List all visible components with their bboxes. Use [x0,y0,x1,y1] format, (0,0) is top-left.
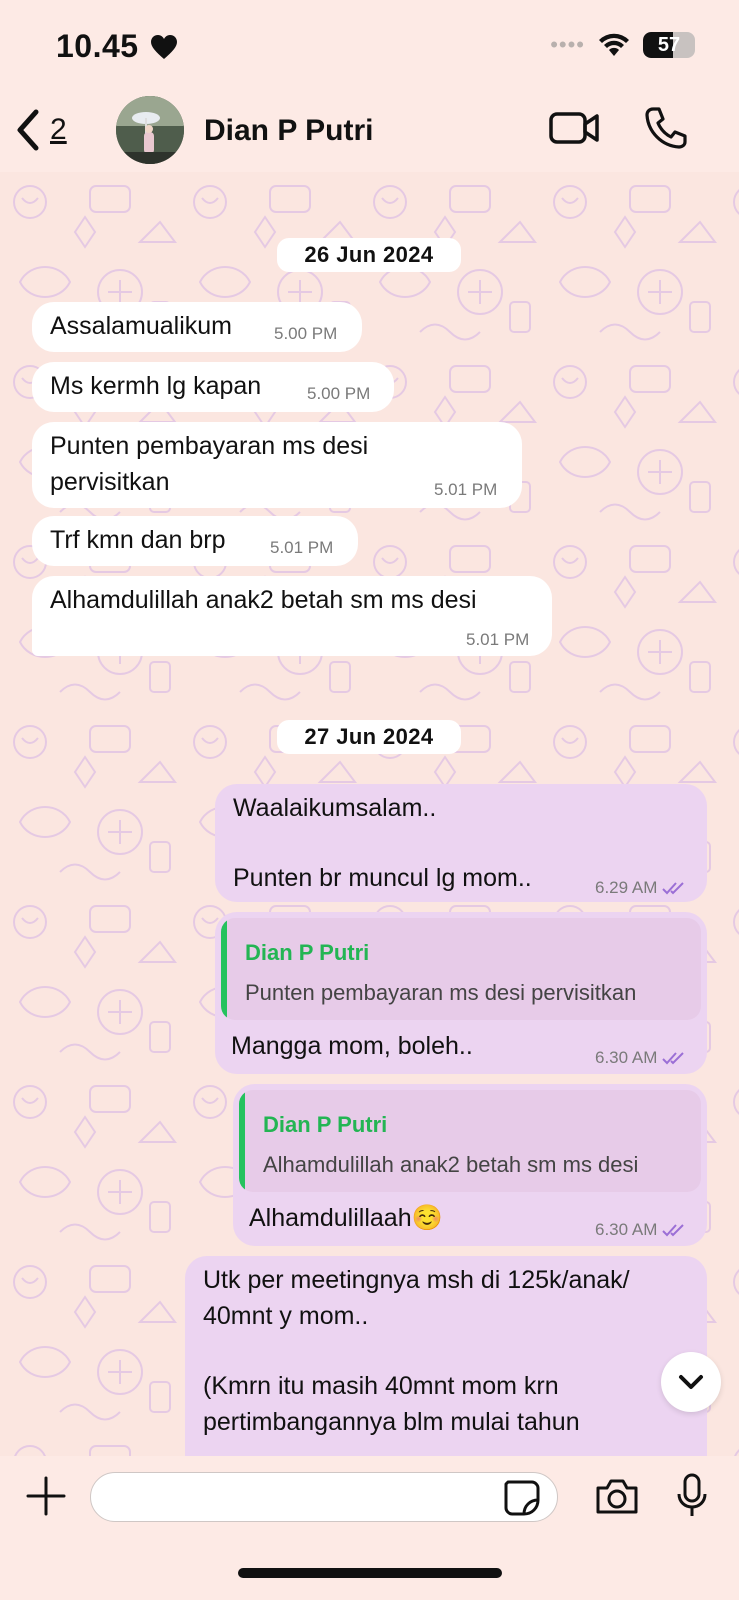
message-text-line: 40mnt y mom.. [203,1302,369,1330]
microphone-button[interactable] [674,1472,710,1525]
chat-header: 2 Dian P Putri [0,96,739,173]
read-receipt-icon [662,882,684,895]
heart-icon [150,35,177,59]
message-text-line: Waalaikumsalam.. [233,794,437,822]
message-time: 5.01 PM [466,630,530,649]
incoming-message[interactable]: Punten pembayaran ms desi pervisitkan 5.… [32,422,522,508]
message-time: 5.00 PM [274,324,338,343]
message-text-line: pervisitkan [50,468,170,496]
sticker-icon [504,1480,540,1516]
voice-call-button[interactable] [644,106,688,155]
reply-accent-bar [239,1090,245,1192]
chevron-down-icon [679,1375,703,1389]
status-time: 10.45 [56,28,178,65]
quoted-reply[interactable]: Dian P Putri Punten pembayaran ms desi p… [221,918,701,1020]
battery-icon: 57 [643,32,695,58]
message-time: 5.01 PM [270,538,334,557]
message-text: Trf kmn dan brp [50,526,226,554]
back-button[interactable]: 2 [14,108,67,152]
video-camera-icon [549,112,599,144]
outgoing-message[interactable]: Dian P Putri Alhamdulillah anak2 betah s… [233,1084,707,1246]
date-separator: 27 Jun 2024 [277,720,461,754]
camera-button[interactable] [594,1476,640,1521]
incoming-message[interactable]: Trf kmn dan brp 5.01 PM [32,516,358,566]
message-text-line: Utk per meetingnya msh di 125k/anak/ [203,1266,630,1294]
date-label: 26 Jun 2024 [304,242,434,267]
sticker-button[interactable] [502,1478,542,1523]
clock-text: 10.45 [56,28,139,64]
outgoing-message[interactable]: Utk per meetingnya msh di 125k/anak/ 40m… [185,1256,707,1456]
camera-icon [596,1479,638,1514]
cellular-signal-icon: •••• [550,32,585,57]
message-input[interactable] [90,1472,558,1522]
attach-button[interactable] [26,1476,66,1521]
date-label: 27 Jun 2024 [304,724,434,749]
incoming-message[interactable]: Assalamualikum 5.00 PM [32,302,362,352]
reply-author: Dian P Putri [263,1112,388,1137]
outgoing-message[interactable]: Waalaikumsalam.. Punten br muncul lg mom… [215,784,707,902]
plus-icon [26,1476,66,1516]
message-time: 5.00 PM [307,384,371,403]
home-indicator[interactable] [238,1568,502,1578]
incoming-message[interactable]: Ms kermh lg kapan 5.00 PM [32,362,394,412]
message-time: 6.30 AM [595,1220,658,1239]
chevron-left-icon [17,109,39,151]
read-receipt-icon [662,1052,684,1065]
message-input-bar [0,1456,739,1600]
message-time: 6.30 AM [595,1048,658,1067]
chat-area[interactable]: 26 Jun 2024 Assalamualikum 5.00 PM Ms ke… [0,172,739,1456]
wifi-icon [599,33,629,56]
outgoing-message[interactable]: Dian P Putri Punten pembayaran ms desi p… [215,912,707,1074]
reply-author: Dian P Putri [245,940,370,965]
video-call-button[interactable] [548,108,600,153]
avatar[interactable] [116,96,184,164]
message-text: Alhamdulillah anak2 betah sm ms desi [50,586,477,614]
read-receipt-icon [662,1224,684,1237]
message-text: Assalamualikum [50,312,233,340]
message-text-line: pertimbangannya blm mulai tahun [203,1408,580,1436]
message-text: Alhamdulillaah☺️ [249,1204,443,1232]
message-text: Ms kermh lg kapan [50,372,262,400]
message-text: Mangga mom, boleh.. [231,1032,473,1060]
scroll-to-bottom-button[interactable] [661,1352,721,1412]
status-icons: •••• 57 [550,32,695,58]
microphone-icon [677,1473,707,1516]
message-text-line: Punten br muncul lg mom.. [233,864,532,892]
contact-name[interactable]: Dian P Putri [204,114,373,148]
message-time: 5.01 PM [434,480,498,499]
date-separator: 26 Jun 2024 [277,238,461,272]
reply-accent-bar [221,918,227,1020]
message-time: 6.29 AM [595,878,658,897]
message-text-line: Punten pembayaran ms desi [50,432,369,460]
incoming-message[interactable]: Alhamdulillah anak2 betah sm ms desi 5.0… [32,576,552,656]
message-text-line: (Kmrn itu masih 40mnt mom krn [203,1372,559,1400]
reply-text: Punten pembayaran ms desi pervisitkan [245,980,637,1005]
quoted-reply[interactable]: Dian P Putri Alhamdulillah anak2 betah s… [239,1090,701,1192]
status-bar: 10.45 •••• 57 [0,0,739,96]
unread-chats-count: 2 [50,113,67,146]
reply-text: Alhamdulillah anak2 betah sm ms desi [263,1152,639,1177]
phone-icon [645,107,687,149]
avatar-photo [116,96,184,164]
battery-level: 57 [657,33,681,56]
